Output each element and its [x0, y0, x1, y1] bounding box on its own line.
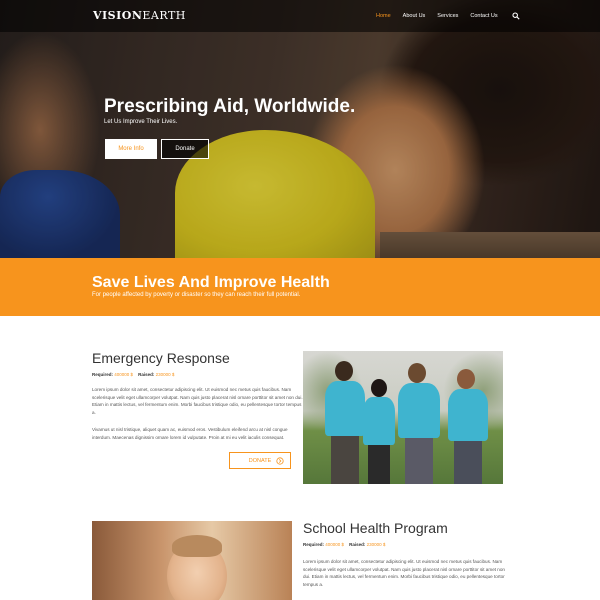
emergency-title: Emergency Response	[92, 350, 230, 366]
required-label: Required:	[303, 542, 325, 547]
search-icon[interactable]	[512, 12, 520, 20]
nav-item-home[interactable]: Home	[376, 13, 391, 19]
school-title: School Health Program	[303, 520, 448, 536]
top-navigation-bar: VISIONEARTH Home About Us Services Conta…	[0, 0, 600, 32]
band-subtitle: For people affected by poverty or disast…	[92, 292, 301, 298]
hero-subtitle: Let Us Improve Their Lives.	[104, 119, 178, 125]
raised-label: Raised:	[349, 542, 366, 547]
site-logo[interactable]: VISIONEARTH	[93, 9, 186, 22]
hero-title: Prescribing Aid, Worldwide.	[104, 96, 356, 117]
emergency-funding: Required: 400000 $ Raised: 230000 $	[92, 372, 174, 377]
school-funding: Required: 400000 $ Raised: 230000 $	[303, 542, 385, 547]
raised-value: 230000 $	[155, 372, 175, 377]
nav-item-about[interactable]: About Us	[403, 13, 426, 19]
volunteers-photo	[303, 351, 503, 484]
emergency-paragraph-1: Lorem ipsum dolor sit amet, consectetur …	[92, 387, 303, 415]
arrow-circle-icon	[276, 457, 284, 465]
more-info-button[interactable]: More Info	[105, 139, 157, 159]
raised-label: Raised:	[138, 372, 155, 377]
main-nav: Home About Us Services Contact Us	[376, 12, 520, 20]
child-photo-detail	[172, 535, 222, 557]
hero-banner: VISIONEARTH Home About Us Services Conta…	[0, 0, 600, 258]
required-value: 400000 $	[325, 542, 345, 547]
nav-item-contact[interactable]: Contact Us	[470, 13, 497, 19]
school-paragraph-1: Lorem ipsum dolor sit amet, consectetur …	[303, 559, 505, 587]
emergency-donate-button[interactable]: DONATE	[229, 452, 291, 469]
child-photo	[92, 521, 292, 600]
donate-label: DONATE	[248, 457, 272, 464]
hero-donate-button[interactable]: Donate	[161, 139, 209, 159]
nav-item-services[interactable]: Services	[437, 13, 458, 19]
band-title: Save Lives And Improve Health	[92, 274, 330, 291]
mission-band: Save Lives And Improve Health For people…	[0, 258, 600, 316]
logo-part-2: EARTH	[142, 9, 186, 22]
required-label: Required:	[92, 372, 114, 377]
hero-overlay	[0, 0, 600, 258]
required-value: 400000 $	[114, 372, 134, 377]
raised-value: 230000 $	[366, 542, 386, 547]
emergency-paragraph-2: Vivamus ut nisl tristique, aliquet quam …	[92, 427, 288, 440]
logo-part-1: VISION	[93, 9, 143, 22]
